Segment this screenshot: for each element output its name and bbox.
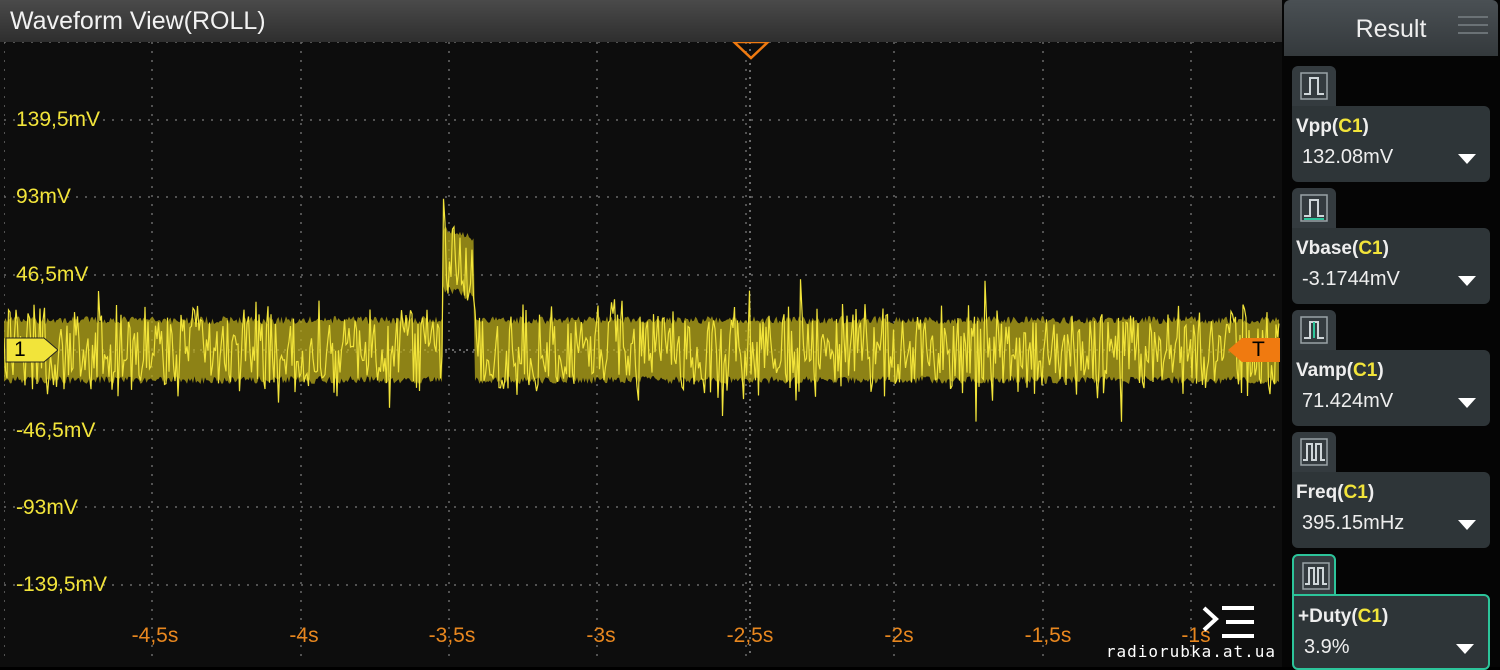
x-tick-label: -2,5s xyxy=(726,624,774,647)
x-tick-label: -4,5s xyxy=(131,624,179,647)
measurement-body: +Duty(C1) 3.9% xyxy=(1292,594,1490,670)
pulse-measure-icon xyxy=(1292,66,1336,108)
measurement-name: +Duty(C1) xyxy=(1298,606,1389,627)
dropdown-arrow-icon[interactable] xyxy=(1458,520,1476,532)
y-tick-label: 139,5mV xyxy=(16,108,101,131)
measurement-name: Vamp(C1) xyxy=(1296,360,1384,381)
measurement-body: Vpp(C1) 132.08mV xyxy=(1292,106,1490,182)
measurement-name: Vpp(C1) xyxy=(1296,116,1369,137)
waveform-trace xyxy=(4,198,1280,422)
measurement-card-vpp[interactable]: Vpp(C1) 132.08mV xyxy=(1288,66,1494,182)
scope-display: Waveform View(ROLL) 139,5mV 93mV 46,5mV … xyxy=(0,0,1282,667)
frequency-measure-icon xyxy=(1292,432,1336,474)
x-tick-label: -3,5s xyxy=(428,624,476,647)
measurement-card-vamp[interactable]: Vamp(C1) 71.424mV xyxy=(1288,310,1494,426)
x-tick-label: -4s xyxy=(289,624,319,647)
dropdown-arrow-icon[interactable] xyxy=(1458,276,1476,288)
y-tick-label: 46,5mV xyxy=(16,263,89,286)
waveform-plot[interactable] xyxy=(4,42,1280,658)
y-tick-label: -93mV xyxy=(16,496,78,519)
panel-menu-icon[interactable] xyxy=(1458,14,1488,36)
y-tick-label: 93mV xyxy=(16,185,71,208)
measurement-card-freq[interactable]: Freq(C1) 395.15mHz xyxy=(1288,432,1494,548)
plot-graphics xyxy=(4,42,1280,658)
measurement-value: 3.9% xyxy=(1304,636,1350,658)
measurement-value: 132.08mV xyxy=(1302,146,1394,168)
measurement-card-vbase[interactable]: Vbase(C1) -3.1744mV xyxy=(1288,188,1494,304)
x-tick-label: -3s xyxy=(586,624,616,647)
x-tick-label: -2s xyxy=(884,624,914,647)
channel-marker-label: 1 xyxy=(14,338,26,361)
channel-1-marker[interactable]: 1 xyxy=(4,336,59,364)
base-measure-icon xyxy=(1292,188,1336,230)
measurement-value: 395.15mHz xyxy=(1302,512,1405,534)
x-tick-label: -1,5s xyxy=(1024,624,1072,647)
measurement-body: Vamp(C1) 71.424mV xyxy=(1292,350,1490,426)
measurement-value: -3.1744mV xyxy=(1302,268,1400,290)
dropdown-arrow-icon[interactable] xyxy=(1458,154,1476,166)
measurement-value: 71.424mV xyxy=(1302,390,1394,412)
dropdown-arrow-icon[interactable] xyxy=(1458,398,1476,410)
measurement-name: Freq(C1) xyxy=(1296,482,1375,503)
trigger-position-icon xyxy=(732,42,770,60)
measurement-panel: Result Vpp(C1) 132.08mV Vbase(C1) -3.174… xyxy=(1282,0,1500,670)
trigger-marker-label: T xyxy=(1252,338,1265,361)
watermark: radiorubka.at.ua xyxy=(1105,642,1276,661)
amplitude-measure-icon xyxy=(1292,310,1336,352)
panel-header: Result xyxy=(1284,0,1498,56)
measurement-name: Vbase(C1) xyxy=(1296,238,1389,259)
measurement-body: Freq(C1) 395.15mHz xyxy=(1292,472,1490,548)
dropdown-arrow-icon[interactable] xyxy=(1456,644,1474,656)
trigger-level-marker[interactable]: T xyxy=(1228,336,1280,364)
y-tick-label: -46,5mV xyxy=(16,419,96,442)
measurement-card-duty[interactable]: +Duty(C1) 3.9% xyxy=(1288,554,1494,670)
y-tick-label: -139,5mV xyxy=(16,573,108,596)
duty-measure-icon xyxy=(1292,554,1336,596)
menu-collapse-icon xyxy=(1202,606,1254,638)
waveform-view-title: Waveform View(ROLL) xyxy=(0,0,1282,42)
main-menu-button[interactable] xyxy=(1200,602,1258,644)
measurement-body: Vbase(C1) -3.1744mV xyxy=(1292,228,1490,304)
